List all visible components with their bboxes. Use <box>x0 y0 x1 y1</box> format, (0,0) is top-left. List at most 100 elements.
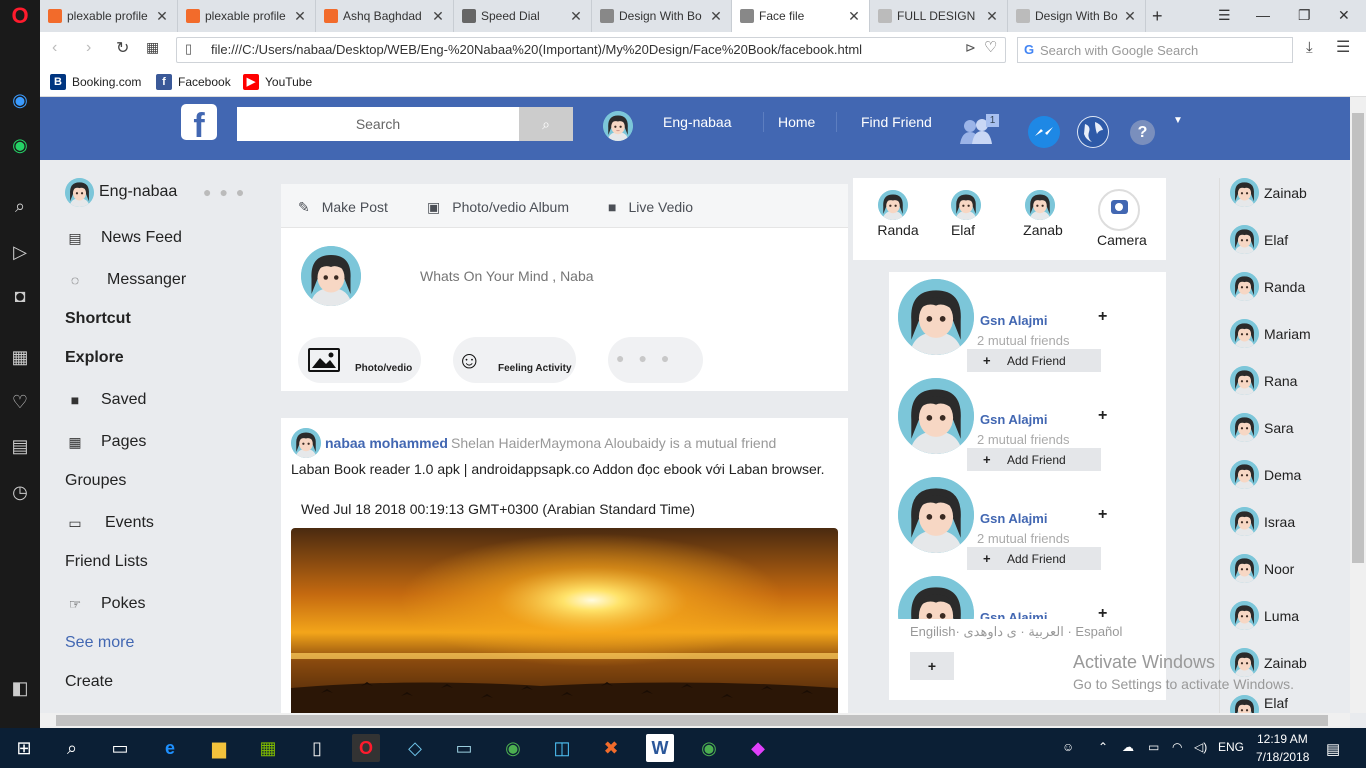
search-icon[interactable]: ⌕ <box>8 194 32 218</box>
plus-icon[interactable]: + <box>1098 506 1107 524</box>
suggestion-name[interactable]: Gsn Alajmi <box>980 313 1047 328</box>
opera-taskbar-icon[interactable]: O <box>352 734 380 762</box>
word-icon[interactable]: W <box>646 734 674 762</box>
post-image[interactable] <box>291 528 838 713</box>
notepad-icon[interactable]: ▯ <box>303 734 331 762</box>
story-name[interactable]: Elaf <box>938 222 988 238</box>
reload-icon[interactable]: ↻ <box>116 38 129 58</box>
add-friend-button[interactable]: + Add Friend <box>967 547 1101 570</box>
search-icon[interactable]: ⌕ <box>58 734 86 762</box>
messenger-icon[interactable] <box>1028 116 1060 148</box>
horizontal-scroll-thumb[interactable] <box>56 715 1328 726</box>
chat-contact[interactable]: Zainab <box>1230 178 1307 207</box>
edge-icon[interactable]: e <box>156 734 184 762</box>
battery-icon[interactable]: ▭ <box>1148 740 1159 754</box>
browser-tab[interactable]: Design With Bo ✕ <box>592 0 732 32</box>
chat-contact[interactable]: Randa <box>1230 272 1305 301</box>
story-avatar[interactable] <box>951 190 981 220</box>
chat-contact[interactable]: Dema <box>1230 460 1301 489</box>
chat-contact[interactable]: Noor <box>1230 554 1294 583</box>
people-icon[interactable]: ☺ <box>1062 740 1074 754</box>
suggestion-name[interactable]: Gsn Alajmi <box>980 511 1047 526</box>
close-window-icon[interactable]: ✕ <box>1338 7 1350 24</box>
speed-dial-icon[interactable]: ▦ <box>8 345 32 369</box>
dropdown-caret-icon[interactable]: ▼ <box>1173 115 1183 126</box>
close-tab-icon[interactable]: ✕ <box>153 8 171 25</box>
language-links[interactable]: Engilish· العربية · ى داوهدى · Español <box>910 624 1122 640</box>
suggestion-avatar[interactable] <box>896 475 976 555</box>
tab-menu-icon[interactable]: ☰ <box>1218 7 1231 24</box>
clock-time[interactable]: 12:19 AM <box>1257 732 1308 746</box>
download-icon[interactable]: ⤓ <box>1306 39 1313 56</box>
menu-icon[interactable]: ☰ <box>1336 37 1350 57</box>
chat-contact[interactable]: Israa <box>1230 507 1295 536</box>
paint-icon[interactable]: ◆ <box>744 734 772 762</box>
send-page-icon[interactable]: ⊳ <box>965 40 976 56</box>
heart-icon[interactable]: ♡ <box>8 390 32 414</box>
bookmark-item[interactable]: f Facebook <box>156 74 231 90</box>
tab-live-video[interactable]: ■ Live Vedio <box>608 199 693 215</box>
suggestion-avatar[interactable] <box>896 376 976 456</box>
browser-tab[interactable]: plexable profile ✕ <box>178 0 316 32</box>
browser-tab[interactable]: FULL DESIGN ✕ <box>870 0 1008 32</box>
sidebar-toggle-icon[interactable]: ◧ <box>8 676 32 700</box>
suggestion-avatar[interactable] <box>896 277 976 357</box>
minimize-icon[interactable]: — <box>1256 7 1270 23</box>
photo-video-button[interactable]: Photo/vedio <box>298 337 421 383</box>
whatsapp-icon[interactable]: ◉ <box>8 133 32 157</box>
chat-contact[interactable]: Elaf <box>1230 225 1288 254</box>
news-icon[interactable]: ▤ <box>8 434 32 458</box>
more-composer-button[interactable]: ●●● <box>608 337 703 383</box>
back-icon[interactable]: ‹ <box>52 39 57 57</box>
bookmark-heart-icon[interactable]: ♡ <box>984 38 997 56</box>
more-options-icon[interactable]: ●●● <box>203 184 252 200</box>
fb-search-input[interactable] <box>237 107 519 141</box>
xampp-icon[interactable]: ✖ <box>597 734 625 762</box>
language-indicator[interactable]: ENG <box>1218 740 1244 754</box>
close-tab-icon[interactable]: ✕ <box>707 8 725 25</box>
notifications-icon[interactable]: ▤ <box>1326 740 1340 758</box>
tray-arrow-icon[interactable]: ⌃ <box>1098 740 1108 754</box>
bookmark-item[interactable]: ▶ YouTube <box>243 74 312 90</box>
add-friend-button[interactable]: + Add Friend <box>967 448 1101 471</box>
see-more-link[interactable]: See more <box>65 634 134 652</box>
clock-date[interactable]: 7/18/2018 <box>1256 750 1309 764</box>
browser-tab[interactable]: plexable profile ✕ <box>40 0 178 32</box>
google-search-field[interactable]: G Search with Google Search <box>1017 37 1293 63</box>
new-tab-icon[interactable]: + <box>1152 6 1163 27</box>
computer-icon[interactable]: ▭ <box>450 734 478 762</box>
globe-icon[interactable] <box>1077 116 1109 148</box>
add-language-button[interactable]: + <box>910 652 954 680</box>
story-name[interactable]: Zanab <box>1018 222 1068 238</box>
nav-saved[interactable]: ■ Saved <box>65 391 147 409</box>
chrome-icon[interactable]: ◉ <box>499 734 527 762</box>
home-link[interactable]: Home <box>778 114 815 130</box>
forward-icon[interactable]: › <box>86 39 91 57</box>
close-tab-icon[interactable]: ✕ <box>429 8 447 25</box>
nav-pokes[interactable]: ☞ Pokes <box>65 595 146 613</box>
chat-contact[interactable]: Rana <box>1230 366 1297 395</box>
search-button[interactable]: ⌕ <box>519 107 573 141</box>
photoshop-like-icon[interactable]: ◫ <box>548 734 576 762</box>
tabs-grid-icon[interactable]: ▦ <box>146 39 159 56</box>
close-tab-icon[interactable]: ✕ <box>1121 8 1139 25</box>
task-view-icon[interactable]: ▭ <box>106 734 134 762</box>
browser-tab[interactable]: Design With Bo ✕ <box>1008 0 1146 32</box>
header-avatar[interactable] <box>603 111 633 141</box>
app-icon[interactable]: ◇ <box>401 734 429 762</box>
onedrive-icon[interactable]: ☁ <box>1122 740 1134 754</box>
volume-icon[interactable]: ◁) <box>1194 740 1207 754</box>
nav-friend-lists[interactable]: Friend Lists <box>65 553 148 571</box>
plus-icon[interactable]: + <box>1098 605 1107 619</box>
suggestion-name[interactable]: Gsn Alajmi <box>980 412 1047 427</box>
story-avatar[interactable] <box>878 190 908 220</box>
nav-groupes[interactable]: Groupes <box>65 472 126 490</box>
close-tab-icon[interactable]: ✕ <box>845 8 863 25</box>
friend-requests-icon[interactable]: 1 <box>960 114 999 144</box>
find-friend-link[interactable]: Find Friend <box>861 114 932 130</box>
left-username[interactable]: Eng-nabaa <box>99 183 177 201</box>
plus-icon[interactable]: + <box>1098 308 1107 326</box>
opera-logo-icon[interactable]: O <box>8 4 32 28</box>
facebook-logo-icon[interactable]: f <box>181 104 217 140</box>
history-icon[interactable]: ◷ <box>8 480 32 504</box>
